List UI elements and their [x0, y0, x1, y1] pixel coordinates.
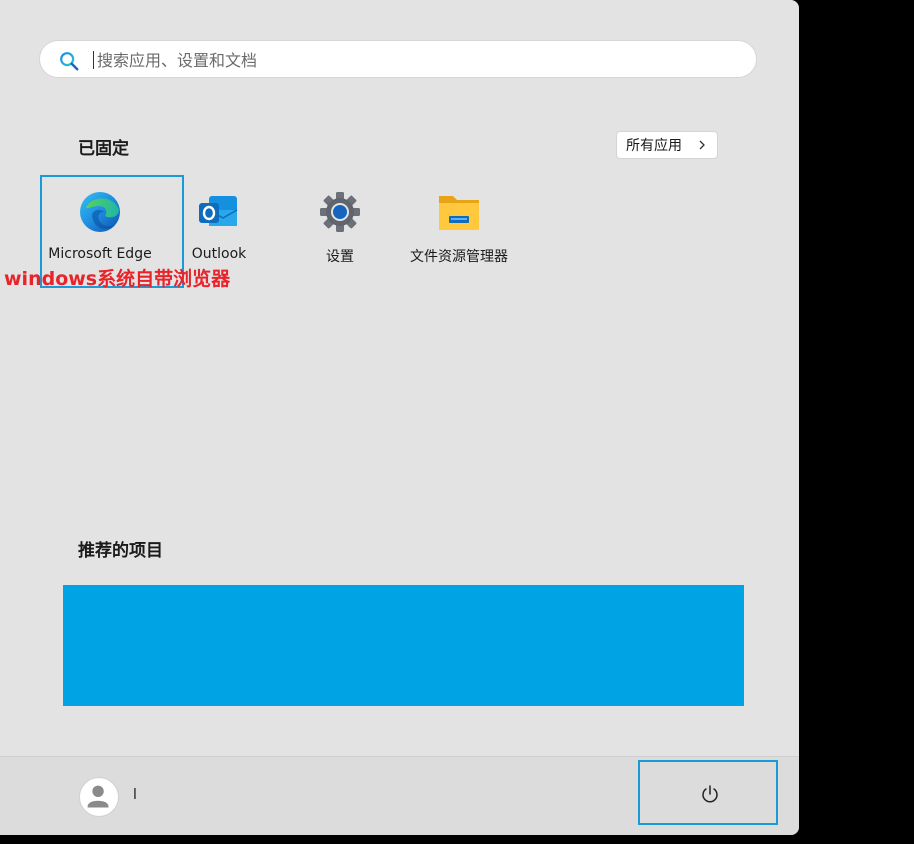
folder-icon [439, 196, 479, 230]
all-apps-label: 所有应用 [626, 138, 682, 154]
app-label: Outlook [191, 246, 247, 262]
power-button[interactable] [638, 760, 778, 825]
start-menu: 已固定 所有应用 Microsoft Edge [0, 0, 799, 835]
search-box[interactable] [39, 40, 757, 79]
power-icon [702, 785, 718, 803]
search-icon [60, 52, 79, 71]
app-label: 设置 [326, 249, 354, 265]
app-label: Microsoft Edge [48, 246, 152, 262]
edge-icon [80, 192, 120, 232]
app-label: 文件资源管理器 [410, 249, 508, 265]
annotation-label: windows系统自带浏览器 [4, 268, 231, 290]
all-apps-button[interactable]: 所有应用 [616, 131, 718, 159]
recommended-section-title: 推荐的项目 [78, 541, 163, 561]
search-input[interactable] [95, 41, 699, 79]
gear-icon [320, 192, 360, 232]
recommended-content-block [63, 585, 744, 706]
outlook-icon [199, 196, 238, 226]
pinned-section-title: 已固定 [78, 139, 129, 159]
user-account-button[interactable] [79, 777, 119, 817]
pinned-app-settings[interactable]: 设置 [290, 176, 390, 288]
user-name[interactable]: l [133, 787, 137, 803]
chevron-right-icon [699, 140, 705, 150]
pinned-app-file-explorer[interactable]: 文件资源管理器 [399, 176, 519, 288]
user-avatar-icon [87, 785, 109, 808]
start-footer: l [0, 756, 799, 835]
text-caret [93, 51, 94, 69]
